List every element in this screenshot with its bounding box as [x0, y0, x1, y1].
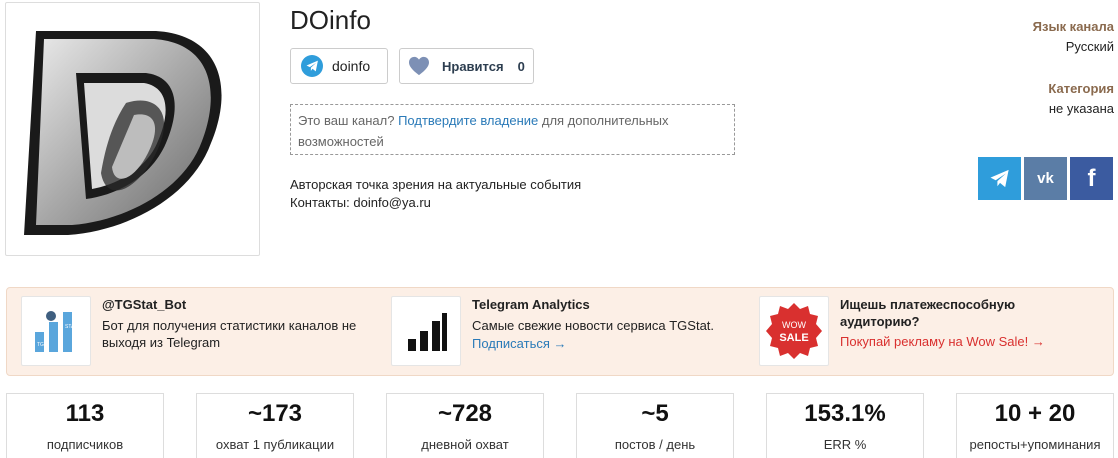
stat-value: ~5	[641, 400, 669, 427]
promo-text: Самые свежие новости сервиса TGStat.	[472, 318, 715, 333]
vk-icon: vk	[1037, 170, 1054, 187]
category-label: Категория	[1048, 81, 1114, 96]
stat-label: репосты+упоминания	[969, 437, 1101, 452]
wow-sale-icon: WOW SALE	[759, 296, 829, 366]
stat-label: подписчиков	[46, 437, 124, 452]
stat-value: ~173	[247, 400, 303, 427]
share-vk-button[interactable]: vk	[1024, 157, 1067, 200]
stat-value: 113	[65, 400, 105, 427]
stat-post-reach[interactable]: ~173 охват 1 публикации	[196, 393, 354, 458]
svg-text:TG: TG	[37, 342, 44, 348]
promo-text: Бот для получения статистики каналов не …	[102, 318, 357, 350]
stat-daily-reach[interactable]: ~728 дневной охват	[386, 393, 544, 458]
promo-banner: STAT TG @TGStat_Bot Бот для получения ст…	[6, 287, 1114, 376]
stat-value: ~728	[437, 400, 493, 427]
stat-value: 153.1%	[804, 400, 886, 427]
channel-avatar	[5, 2, 260, 256]
channel-category: Категория не указана	[1048, 81, 1114, 116]
promo-title: Ищешь платежеспособную аудиторию?	[840, 297, 1016, 329]
telegram-icon	[301, 55, 323, 77]
stat-label: ERR %	[823, 437, 867, 452]
like-button[interactable]: Нравится 0	[399, 48, 534, 84]
like-label: Нравится	[442, 58, 504, 74]
claim-prefix: Это ваш канал?	[298, 113, 395, 128]
wow-sale-link[interactable]: Покупай рекламу на Wow Sale! →	[840, 333, 1080, 350]
language-label: Язык канала	[1032, 19, 1114, 34]
stat-subscribers[interactable]: 113 подписчиков	[6, 393, 164, 458]
stat-reposts-mentions[interactable]: 10 + 20 репосты+упоминания	[956, 393, 1114, 458]
promo-title: @TGStat_Bot	[102, 297, 187, 312]
telegram-icon	[990, 169, 1009, 188]
language-value: Русский	[1065, 39, 1114, 54]
heart-icon	[409, 56, 429, 76]
description-line: Авторская точка зрения на актуальные соб…	[290, 177, 582, 192]
channel-language: Язык канала Русский	[1033, 19, 1114, 54]
stat-label: охват 1 публикации	[215, 437, 335, 452]
telegram-channel-button[interactable]: doinfo	[290, 48, 388, 84]
tgstat-bot-icon: STAT TG	[21, 296, 91, 366]
svg-text:WOW: WOW	[782, 320, 806, 330]
share-facebook-button[interactable]: f	[1070, 157, 1113, 200]
confirm-ownership-link[interactable]: Подтвердите владение	[398, 113, 538, 128]
ownership-claim-box: Это ваш канал? Подтвердите владение для …	[290, 104, 735, 155]
like-count: 0	[517, 58, 525, 74]
promo-title: Telegram Analytics	[472, 297, 590, 312]
svg-text:SALE: SALE	[779, 332, 808, 344]
bar-chart-icon	[391, 296, 461, 366]
channel-title: DOinfo	[290, 5, 371, 35]
facebook-icon: f	[1087, 164, 1096, 192]
category-value: не указана	[1048, 101, 1114, 116]
stat-label: дневной охват	[421, 437, 509, 452]
stat-value: 10 + 20	[994, 400, 1076, 427]
stat-err[interactable]: 153.1% ERR %	[766, 393, 924, 458]
svg-text:STAT: STAT	[65, 324, 77, 330]
stat-posts-per-day[interactable]: ~5 постов / день	[576, 393, 734, 458]
description-line: Контакты: doinfo@ya.ru	[290, 195, 431, 210]
share-telegram-button[interactable]	[978, 157, 1021, 200]
stat-label: постов / день	[614, 437, 696, 452]
do-logo-image	[24, 31, 222, 235]
channel-handle: doinfo	[332, 58, 371, 74]
channel-description: Авторская точка зрения на актуальные соб…	[290, 176, 581, 212]
subscribe-link[interactable]: Подписаться →	[472, 335, 742, 352]
